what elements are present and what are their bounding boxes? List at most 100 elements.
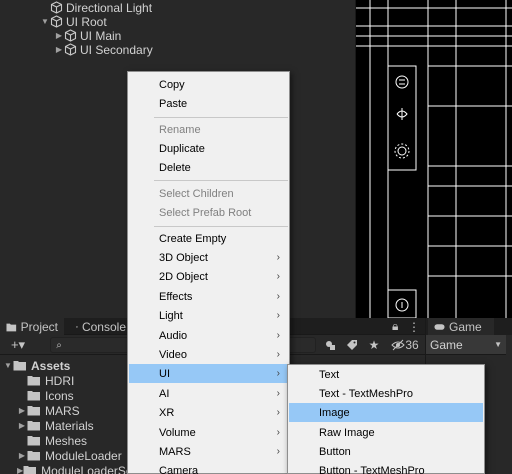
game-tabbar: Game bbox=[426, 318, 512, 335]
collapsed-arrow-icon[interactable]: ▶ bbox=[54, 31, 64, 40]
submenu-item-button-textmeshpro[interactable]: Button - TextMeshPro bbox=[289, 461, 483, 474]
chevron-right-icon: › bbox=[276, 252, 280, 263]
game-display-dropdown[interactable]: Game ▼ bbox=[426, 335, 506, 355]
menu-item-mars[interactable]: MARS › bbox=[129, 442, 288, 461]
menu-item-3d-object[interactable]: 3D Object › bbox=[129, 248, 288, 267]
tab-console[interactable]: Console bbox=[70, 318, 132, 335]
lock-icon[interactable]: 🔒︎ bbox=[392, 318, 398, 335]
tab-game[interactable]: Game bbox=[428, 318, 494, 335]
tab-label: Console bbox=[81, 319, 126, 334]
collapsed-arrow-icon[interactable]: ▶ bbox=[54, 45, 64, 54]
menu-item-label: 3D Object bbox=[159, 251, 208, 264]
chevron-right-icon: › bbox=[276, 446, 280, 457]
menu-item-label: Effects bbox=[159, 290, 193, 303]
folder-icon bbox=[27, 436, 40, 446]
menu-item-ai[interactable]: AI › bbox=[129, 384, 288, 403]
hierarchy-item-label: UI Root bbox=[66, 14, 107, 29]
hidden-count: 36 bbox=[405, 338, 419, 352]
dropdown-value: Game bbox=[430, 337, 463, 352]
hierarchy-item-ui-main[interactable]: ▶ UI Main bbox=[54, 28, 121, 43]
menu-item-delete[interactable]: Delete bbox=[129, 158, 288, 177]
folder-item[interactable]: ▶ MARS bbox=[17, 403, 80, 418]
more-options-icon[interactable]: ⋮ bbox=[408, 318, 420, 335]
gameobject-icon bbox=[50, 1, 63, 14]
menu-separator bbox=[154, 226, 288, 227]
menu-item-label: 2D Object bbox=[159, 270, 208, 283]
scene-wireframe bbox=[356, 0, 512, 319]
menu-item-label: XR bbox=[159, 406, 175, 419]
filter-label-icon[interactable] bbox=[344, 337, 360, 353]
menu-item-rename: Rename bbox=[159, 123, 201, 136]
folder-icon bbox=[6, 323, 17, 331]
menu-item-paste[interactable]: Paste bbox=[129, 94, 288, 113]
filter-type-icon[interactable] bbox=[322, 337, 338, 353]
project-folder-tree: ▼ Assets HDRI Icons ▶ MARS ▶ Materials M… bbox=[0, 356, 132, 474]
tab-label: Project bbox=[20, 319, 58, 334]
folder-label: Icons bbox=[45, 388, 74, 403]
chevron-right-icon: › bbox=[276, 310, 280, 321]
chevron-right-icon: › bbox=[276, 291, 280, 302]
collapsed-arrow-icon[interactable]: ▶ bbox=[17, 451, 27, 460]
menu-item-duplicate[interactable]: Duplicate bbox=[129, 139, 288, 158]
menu-item-video[interactable]: Video › bbox=[129, 345, 288, 364]
scene-view[interactable] bbox=[355, 0, 512, 319]
submenu-item-image[interactable]: Image bbox=[289, 403, 483, 422]
chevron-right-icon: › bbox=[276, 349, 280, 360]
menu-item-select-prefab-root: Select Prefab Root bbox=[159, 206, 252, 219]
folder-label: ModuleLoader bbox=[45, 448, 122, 463]
menu-item-ui[interactable]: UI › bbox=[129, 364, 288, 383]
menu-item-volume[interactable]: Volume › bbox=[129, 423, 288, 442]
search-icon: ⌕ bbox=[56, 339, 62, 351]
collapsed-arrow-icon[interactable]: ▶ bbox=[17, 421, 27, 430]
folder-item[interactable]: HDRI bbox=[27, 373, 74, 388]
collapsed-arrow-icon[interactable]: ▶ bbox=[17, 406, 27, 415]
menu-item-label: Audio bbox=[159, 329, 188, 342]
folder-label: ModuleLoaderSettings bbox=[41, 463, 132, 474]
gameobject-icon bbox=[64, 29, 77, 42]
hierarchy-item-ui-secondary[interactable]: ▶ UI Secondary bbox=[54, 42, 153, 57]
menu-item-xr[interactable]: XR › bbox=[129, 403, 288, 422]
hierarchy-item-label: Directional Light bbox=[66, 0, 153, 15]
folder-label: HDRI bbox=[45, 373, 75, 388]
menu-item-effects[interactable]: Effects › bbox=[129, 287, 288, 306]
add-button[interactable]: +▾ bbox=[5, 337, 31, 353]
menu-item-camera[interactable]: Camera bbox=[129, 461, 288, 474]
gameobject-icon bbox=[50, 15, 63, 28]
folder-label: Materials bbox=[45, 418, 94, 433]
eye-slash-icon bbox=[391, 339, 406, 351]
favorite-star-icon[interactable]: ★ bbox=[366, 337, 382, 353]
folder-assets[interactable]: ▼ Assets bbox=[3, 358, 70, 373]
folder-item[interactable]: ▶ ModuleLoaderSettings bbox=[17, 463, 132, 474]
submenu-item-raw-image[interactable]: Raw Image bbox=[289, 423, 483, 442]
folder-icon bbox=[23, 466, 37, 474]
expanded-arrow-icon[interactable]: ▼ bbox=[40, 17, 50, 26]
hierarchy-item-ui-root[interactable]: ▼ UI Root bbox=[40, 14, 107, 29]
menu-item-light[interactable]: Light › bbox=[129, 306, 288, 325]
menu-item-label: MARS bbox=[159, 445, 191, 458]
submenu-item-text-textmeshpro[interactable]: Text - TextMeshPro bbox=[289, 384, 483, 403]
chevron-right-icon: › bbox=[276, 330, 280, 341]
menu-item-2d-object[interactable]: 2D Object › bbox=[129, 267, 288, 286]
folder-item[interactable]: ▶ ModuleLoader bbox=[17, 448, 122, 463]
tab-project[interactable]: Project bbox=[0, 318, 64, 335]
menu-item-create-empty[interactable]: Create Empty bbox=[129, 229, 288, 248]
folder-item[interactable]: Meshes bbox=[27, 433, 87, 448]
folder-icon bbox=[27, 451, 40, 461]
menu-item-copy[interactable]: Copy bbox=[129, 75, 288, 94]
menu-item-select-children: Select Children bbox=[159, 187, 234, 200]
hidden-packages-toggle[interactable]: 36 bbox=[388, 337, 422, 353]
hierarchy-item-directional-light[interactable]: Directional Light bbox=[40, 0, 152, 15]
menu-item-label: Video bbox=[159, 348, 187, 361]
folder-item[interactable]: Icons bbox=[27, 388, 74, 403]
submenu-item-text[interactable]: Text bbox=[289, 365, 483, 384]
menu-item-audio[interactable]: Audio › bbox=[129, 326, 288, 345]
chevron-right-icon: › bbox=[276, 427, 280, 438]
tab-label: Game bbox=[449, 319, 482, 334]
menu-item-label: Light bbox=[159, 309, 183, 322]
hierarchy-item-label: UI Secondary bbox=[80, 42, 153, 57]
submenu-item-button[interactable]: Button bbox=[289, 442, 483, 461]
folder-item[interactable]: ▶ Materials bbox=[17, 418, 94, 433]
folder-icon bbox=[27, 406, 40, 416]
expanded-arrow-icon[interactable]: ▼ bbox=[3, 361, 13, 370]
menu-separator bbox=[154, 180, 288, 181]
